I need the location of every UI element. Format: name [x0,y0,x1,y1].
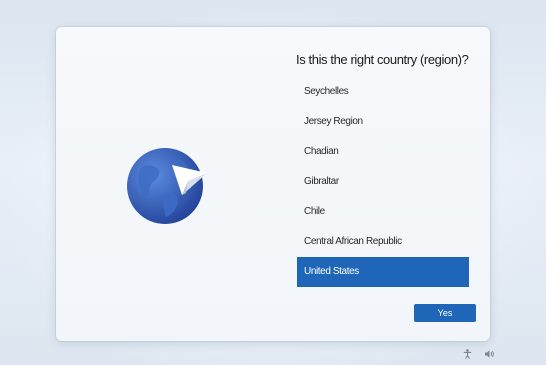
accessibility-icon[interactable] [463,349,472,359]
country-item-united-states[interactable]: United States [297,257,469,287]
globe-illustration [126,147,207,225]
page-title: Is this the right country (region)? [296,52,469,67]
country-item-seychelles[interactable]: Seychelles [297,77,469,107]
country-item-gibraltar[interactable]: Gibraltar [297,167,469,197]
country-item-jersey-region[interactable]: Jersey Region [297,107,469,137]
volume-icon[interactable] [484,349,495,359]
country-list[interactable]: Seychelles Jersey Region Chadian Gibralt… [297,77,469,287]
country-item-central-african-republic[interactable]: Central African Republic [297,227,469,257]
globe-paper-plane-icon [127,148,207,224]
yes-button[interactable]: Yes [414,304,476,322]
country-item-chadian[interactable]: Chadian [297,137,469,167]
country-item-chile[interactable]: Chile [297,197,469,227]
